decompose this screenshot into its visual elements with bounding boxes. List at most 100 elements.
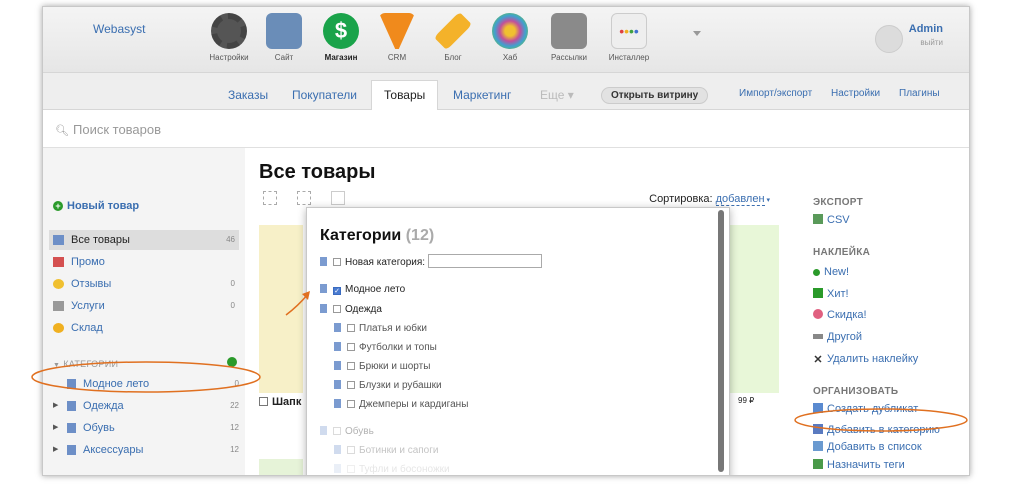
avatar[interactable] [875,25,903,53]
category-checkbox[interactable] [347,362,355,370]
app-shop[interactable]: $ Магазин [313,13,369,62]
product-thumbnail[interactable] [259,225,303,393]
top-app-bar: Webasyst Настройки Сайт $ Магазин CRM Блог Хаб… [43,7,969,73]
badge-label: New! [824,266,850,278]
category-checkbox[interactable] [347,381,355,389]
app-installer[interactable]: •••• Инсталлер [601,13,657,62]
actions-panel: ЭКСПОРТ CSV НАКЛЕЙКА New! Хит! Скидка! Д… [813,148,969,475]
shop-icon: $ [323,13,359,49]
settings-link[interactable]: Настройки [831,88,880,99]
add-to-list-link[interactable]: Добавить в список [813,441,922,453]
categories-dialog: Категории (12) Новая категория: ✓ Модное … [306,207,730,475]
expand-arrow-icon[interactable]: ▶ [53,445,58,453]
category-option[interactable]: Платья и юбки [334,323,427,334]
view-table-icon[interactable] [331,191,345,205]
app-mailer[interactable]: Рассылки [541,13,597,62]
product-thumbnail[interactable] [727,225,779,393]
view-list-icon[interactable] [297,191,311,205]
sidebar-item-reviews[interactable]: Отзывы 0 [49,274,239,294]
new-category-row: Новая категория: [320,254,543,268]
category-option[interactable]: Брюки и шорты [334,361,430,372]
category-checkbox[interactable] [347,324,355,332]
tab-more[interactable]: Еще ▾ [540,88,574,102]
category-checkbox[interactable]: ✓ [333,287,341,295]
file-icon [334,342,341,351]
category-option[interactable]: Джемперы и кардиганы [334,399,468,410]
sidebar-item-promo[interactable]: Промо [49,252,239,272]
badge-hit-link[interactable]: Хит! [813,288,849,300]
product-name[interactable]: Шапк [259,396,301,408]
add-to-category-link[interactable]: Добавить в категорию [813,424,940,436]
view-grid-icon[interactable] [263,191,277,205]
add-category-icon[interactable] [227,357,237,367]
assign-tags-link[interactable]: Назначить теги [813,459,905,471]
category-option[interactable]: Футболки и топы [334,342,437,353]
duplicate-link[interactable]: Создать дубликат [813,403,918,415]
category-icon [67,401,76,411]
sidebar-item-services[interactable]: Услуги 0 [49,296,239,316]
category-checkbox[interactable] [333,427,341,435]
category-option-label: Модное лето [345,284,406,295]
open-storefront-button[interactable]: Открыть витрину [601,87,709,104]
sidebar-item-label: Услуги [71,300,105,312]
apps-more-arrow-icon[interactable] [693,31,701,36]
product-checkbox[interactable] [259,397,268,406]
tab-marketing[interactable]: Маркетинг [453,88,511,102]
export-csv-link[interactable]: CSV [813,214,850,226]
category-checkbox[interactable] [333,305,341,313]
thumbs-up-icon [813,288,823,298]
file-icon [320,426,327,435]
div-tag-icon [813,334,823,339]
category-item[interactable]: Модное лето 0 [53,374,239,394]
category-item[interactable]: ▶ Обувь 12 [53,418,239,438]
category-option[interactable]: Ботинки и сапоги [334,445,438,456]
badge-label: Другой [827,331,862,343]
category-checkbox[interactable] [347,400,355,408]
expand-arrow-icon[interactable]: ▶ [53,423,58,431]
app-crm-funnel[interactable]: CRM [369,13,425,62]
organize-label: Добавить в категорию [827,424,940,436]
new-product-button[interactable]: + Новый товар [53,200,139,212]
category-option[interactable]: Обувь [320,426,374,437]
expand-arrow-icon[interactable]: ▶ [53,401,58,409]
category-checkbox[interactable] [347,343,355,351]
new-category-checkbox[interactable] [333,258,341,266]
category-item[interactable]: ▶ Одежда 22 [53,396,239,416]
badge-other-link[interactable]: Другой [813,331,862,343]
remove-badge-link[interactable]: ✕ Удалить наклейку [813,353,918,366]
tab-customers[interactable]: Покупатели [292,88,357,102]
app-gear[interactable]: Настройки [201,13,257,62]
category-option-label: Одежда [345,304,382,315]
category-option[interactable]: Туфли и босоножки [334,464,450,475]
tab-orders[interactable]: Заказы [228,88,268,102]
logout-link[interactable]: выйти [909,38,943,47]
services-icon [53,301,64,311]
user-name[interactable]: Admin [909,23,943,35]
search-input[interactable]: Поиск товаров [73,122,161,137]
sidebar-item-label: Все товары [71,234,130,246]
category-option[interactable]: Блузки и рубашки [334,380,442,391]
tab-products[interactable]: Товары [371,80,439,111]
category-option[interactable]: ✓ Модное лето [320,284,405,295]
badge-new-link[interactable]: New! [813,266,849,278]
new-category-input[interactable] [428,254,543,268]
sidebar-item-stock[interactable]: Склад [49,318,239,338]
category-label: Модное лето [83,378,150,390]
import-export-link[interactable]: Импорт/экспорт [739,88,812,99]
categories-heading[interactable]: ▼ КАТЕГОРИИ [53,359,118,369]
sort-dropdown[interactable]: добавлен [715,193,765,206]
dialog-scrollbar[interactable] [718,210,724,472]
category-item[interactable]: ▶ Аксессуары 12 [53,440,239,460]
badge-discount-link[interactable]: Скидка! [813,309,867,321]
plugins-link[interactable]: Плагины [899,88,940,99]
category-checkbox[interactable] [347,465,355,473]
sidebar-item-label: Промо [71,256,105,268]
category-option[interactable]: Одежда [320,304,382,315]
app-pencil[interactable]: Блог [425,11,481,62]
category-checkbox[interactable] [347,446,355,454]
sidebar-item-all-products[interactable]: Все товары 46 [49,230,239,250]
brand-name[interactable]: Webasyst [93,22,145,36]
app-site[interactable]: Сайт [256,13,312,62]
app-hub[interactable]: Хаб [482,13,538,62]
product-thumbnail[interactable] [259,459,303,475]
